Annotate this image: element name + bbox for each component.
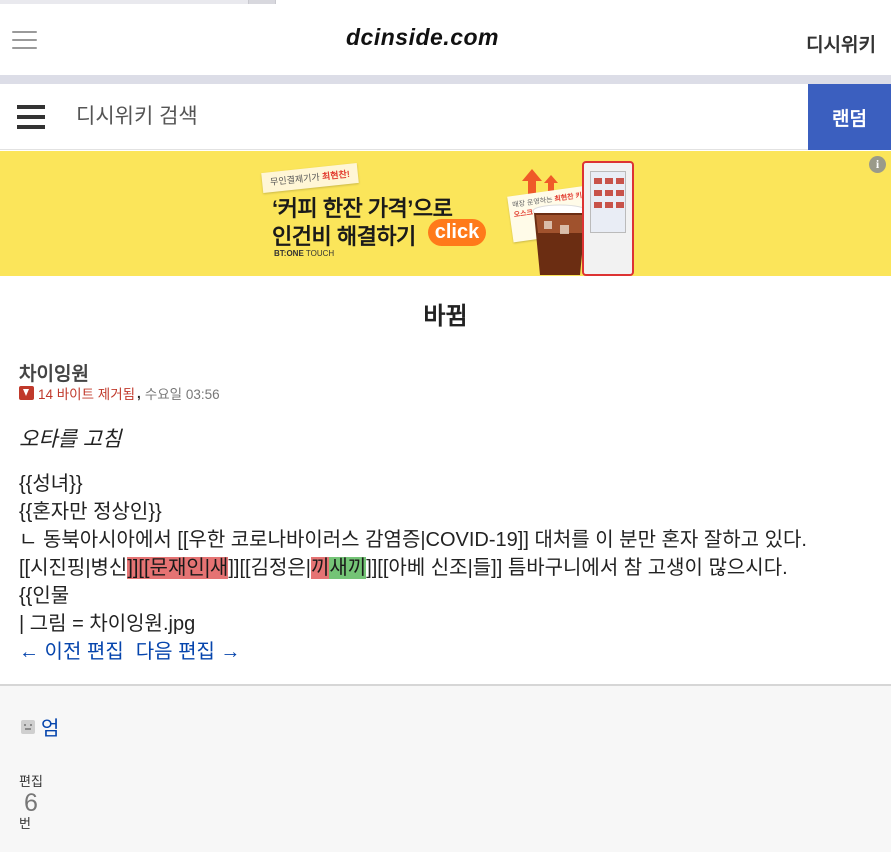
site-link-dcwiki[interactable]: 디시위키 [806,30,876,57]
user-row: 엄 [21,712,59,740]
user-icon [21,719,35,734]
iced-coffee-icon [532,204,588,275]
random-button[interactable]: 랜덤 [808,84,891,150]
revision-author-link[interactable]: 차이잉원 [19,359,89,386]
wikitext-line: {{성녀}} [19,473,83,495]
search-input[interactable] [66,94,786,140]
page-title: 바뀜 [423,303,468,330]
wikitext-line: {{인물 [19,585,70,607]
wikitext-diff-line: [[시진핑|병신]][[문재인|새]][[김정은|끼새끼]][[아베 신조|들]… [19,557,788,579]
next-edit-link[interactable]: 다음 편집 → [136,641,241,663]
ad-info-icon[interactable]: i [869,156,886,173]
diff-navigation: ← 이전 편집 다음 편집 → [19,638,879,666]
wikitext-line: ㄴ 동북아시아에서 [[우한 코로나바이러스 감염증|COVID-19]] 대처… [19,529,807,551]
site-header: dcinside.com 디시위키 [0,4,891,75]
main-menu-icon[interactable] [17,105,45,129]
wikitext-line: | 그림 = 차이잉원.jpg [19,613,196,635]
edit-count-label: 편집 [19,774,43,789]
diff-wikitext: {{성녀}} {{혼자만 정상인}} ㄴ 동북아시아에서 [[우한 코로나바이러… [19,470,879,666]
search-bar: 랜덤 [0,84,891,150]
edit-count: 편집 6 번 [19,774,49,832]
edit-count-value: 6 [24,789,38,817]
bytes-removed-icon [19,386,34,400]
deleted-text: ]][[문재인|새 [127,557,229,579]
user-link[interactable]: 엄 [41,718,59,740]
ad-brand: BT:ONE TOUCH [274,249,335,258]
previous-edit-link[interactable]: ← 이전 편집 [19,641,124,663]
revision-meta: 14 바이트 제거됨, 수요일 03:56 [19,383,220,402]
site-logo[interactable]: dcinside.com [346,24,499,51]
ad-headline-2: 인건비 해결하기 [272,224,416,249]
ad-click-badge[interactable]: click [428,219,486,246]
ad-banner[interactable]: 무인결제기가 최현찬! ‘커피 한잔 가격’으로 인건비 해결하기 click … [0,151,891,276]
deleted-text: 끼 [310,557,330,579]
wikitext-line: {{혼자만 정상인}} [19,501,162,523]
header-divider [0,75,891,84]
edit-summary: 오타를 고침 [19,428,122,451]
ad-tag: 무인결제기가 최현찬! [261,163,359,193]
revision-timestamp: 수요일 03:56 [144,387,220,402]
bytes-removed: 14 바이트 제거됨 [38,387,136,402]
kiosk-icon [582,161,634,276]
inserted-text: 새끼 [329,557,367,579]
edit-count-unit: 번 [19,816,31,831]
menu-icon[interactable] [12,31,37,51]
user-info-footer: 엄 편집 6 번 [0,684,891,852]
separator: , [137,385,141,401]
